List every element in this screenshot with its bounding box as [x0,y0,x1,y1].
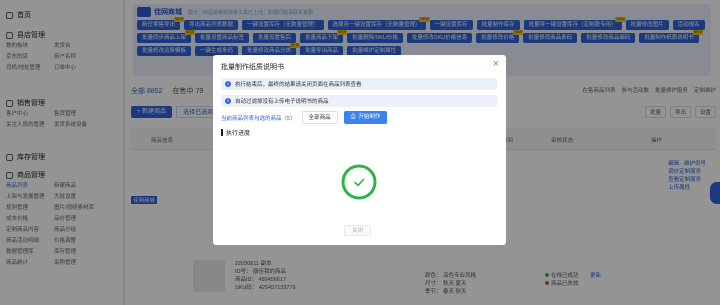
notice-text: 执行结束后，最终的结果请关闭页面在商品列表查看 [235,82,362,88]
notice-filter: i 自动过滤掉没有上传电子说明书的商品 [221,95,497,107]
start-button-label: 开始制作 [358,114,381,120]
dialog-title: 批量制作纸质说明书 [221,64,284,71]
print-manual-dialog: 批量制作纸质说明书 × i 执行结束后，最终的结果请关闭页面在商品列表查看 i … [213,55,506,245]
progress-section-label: 执行进度 [221,128,250,137]
notice-result: i 执行结束后，最终的结果请关闭页面在商品列表查看 [221,78,497,90]
section-marker [221,129,223,136]
tab-current-selection[interactable]: 当前商品列表勾选的商品（5） [221,114,296,122]
info-icon: i [225,98,231,104]
print-icon: ⎙ [350,114,356,120]
success-check-icon [341,164,377,200]
tab-all-products[interactable]: 全部商品 [301,111,338,124]
close-button[interactable]: 关闭 [344,225,372,236]
check-mark [354,178,365,187]
info-icon: i [225,81,231,87]
close-icon[interactable]: × [493,58,499,70]
success-ring [341,164,377,200]
scope-selector: 当前商品列表勾选的商品（5） 全部商品 ⎙ 开始制作 [221,111,388,124]
progress-label-text: 执行进度 [226,131,251,137]
start-button[interactable]: ⎙ 开始制作 [343,111,388,124]
notice-text: 自动过滤掉没有上传电子说明书的商品 [235,99,329,105]
